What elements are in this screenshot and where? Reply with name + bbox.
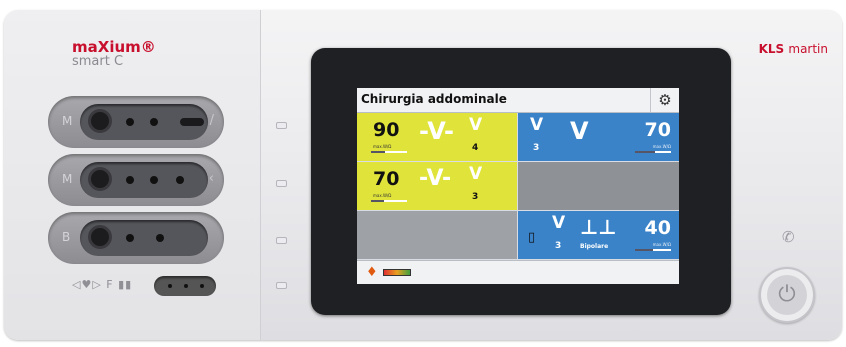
monopolar-socket-1[interactable]: M / [48, 96, 224, 148]
touch-screen[interactable]: Chirurgia addominale ⚙ 90 max.W/Ω -V- V … [357, 88, 679, 284]
channel-2-power: 70 [644, 119, 671, 141]
socket-label: M [62, 114, 73, 128]
main-jack [88, 225, 112, 249]
channel-2-tile[interactable]: V 3 V 70 max.W/Ω [518, 113, 679, 161]
socket-label: M [62, 172, 73, 186]
channel-3-max-label: max.W/Ω [373, 193, 392, 198]
brand-logo: KLS martin [758, 42, 828, 56]
pin-hole [168, 284, 172, 288]
pin-hole [126, 176, 134, 184]
coag-effect-icon: V [469, 164, 483, 184]
channel-2-max-label: max.W/Ω [652, 144, 671, 149]
bipolar-label: Bipolare [580, 243, 609, 250]
pin-hole [200, 284, 204, 288]
empty-tile [518, 162, 679, 210]
socket-led-3 [276, 237, 287, 244]
spray-coag-icon: V [570, 117, 589, 145]
channel-1-tile[interactable]: 90 max.W/Ω -V- V 4 [357, 113, 517, 161]
auto-start-icon: ▯ [528, 230, 536, 245]
channel-4-max-label: max.W/Ω [652, 242, 671, 247]
bipolar-effect-icon: V [552, 213, 566, 233]
pin-hole [156, 234, 164, 242]
socket-led-1 [276, 122, 287, 129]
channel-3-power-bar [371, 200, 407, 202]
neutral-electrode-icons: ◁♥▷ F ▮▮ [72, 278, 133, 291]
socket-insert [80, 220, 208, 256]
pin-hole [150, 176, 158, 184]
coag-icon: ‹ [208, 171, 214, 186]
socket-insert [80, 162, 208, 198]
empty-tile [357, 211, 517, 259]
socket-label: B [62, 230, 71, 244]
channel-3-mode: 3 [472, 192, 479, 202]
pin-hole [176, 176, 184, 184]
socket-led-2 [276, 180, 287, 187]
channel-2-mode: 3 [533, 143, 540, 153]
bipolar-forceps-icon: ⊥⊥ [580, 215, 617, 239]
connector-panel: maXium® smart C M / M ‹ B ◁♥▷ F ▮▮ [4, 10, 261, 340]
channel-4-tile[interactable]: ▯ V 3 ⊥⊥ Bipolare 40 max.W/Ω [518, 211, 679, 259]
pin-hole [184, 284, 188, 288]
generator-device: maXium® smart C M / M ‹ B ◁♥▷ F ▮▮ Chiru… [4, 10, 842, 340]
channel-4-power-bar [635, 249, 671, 251]
pin-hole [126, 118, 134, 126]
channel-3-power: 70 [373, 168, 400, 190]
neutral-electrode-status-icon[interactable]: ♦ [366, 265, 378, 280]
pin-hole [150, 118, 158, 126]
gear-icon[interactable]: ⚙ [650, 88, 679, 112]
channel-4-power: 40 [644, 217, 671, 239]
program-title[interactable]: Chirurgia addominale [361, 92, 507, 106]
contact-quality-gauge [383, 269, 411, 276]
socket-insert [80, 104, 208, 140]
coag-effect-icon: V [530, 115, 544, 135]
channel-1-mode: 4 [472, 143, 479, 153]
display-bezel: Chirurgia addominale ⚙ 90 max.W/Ω -V- V … [311, 48, 731, 315]
channel-2-power-bar [635, 151, 671, 153]
screen-header: Chirurgia addominale ⚙ [357, 88, 679, 113]
pin-hole [126, 234, 134, 242]
coag-mode-icon: -V- [419, 166, 452, 191]
model-subname: smart C [72, 54, 124, 69]
channel-4-mode: 3 [555, 241, 562, 251]
main-jack [88, 167, 112, 191]
socket-led-4 [276, 282, 287, 289]
power-icon: ⏻ [778, 282, 796, 307]
standby-icon: ✆ [782, 228, 795, 246]
status-bar: ♦ [357, 260, 679, 284]
main-jack [88, 109, 112, 133]
channel-3-tile[interactable]: 70 max.W/Ω -V- V 3 [357, 162, 517, 210]
channel-1-max-label: max.W/Ω [373, 144, 392, 149]
channel-1-power-bar [371, 151, 407, 153]
cut-icon: / [209, 113, 214, 128]
footswitch-socket[interactable] [154, 276, 216, 296]
cut-effect-icon: V [469, 115, 483, 135]
pin-slot [180, 118, 204, 126]
cut-mode-icon: -V- [419, 117, 455, 145]
bipolar-socket[interactable]: B [48, 212, 224, 264]
monopolar-socket-2[interactable]: M ‹ [48, 154, 224, 206]
channel-1-power: 90 [373, 119, 400, 141]
power-button[interactable]: ⏻ [759, 267, 815, 323]
